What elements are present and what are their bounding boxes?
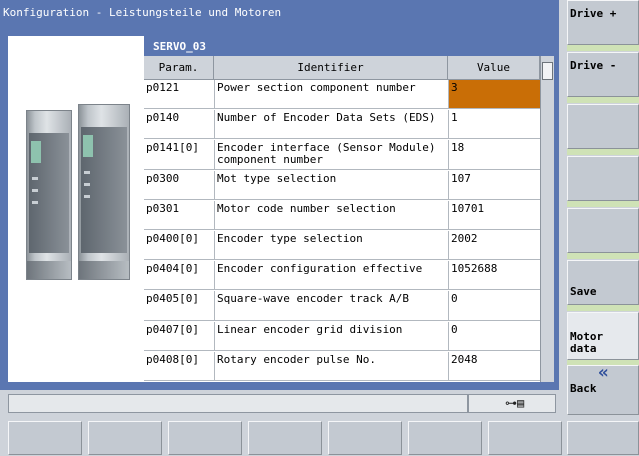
horizontal-softkey-3[interactable] [168,421,242,455]
param-cell: p0407[0] [146,322,199,336]
param-cell: p0141[0] [146,141,199,155]
horizontal-softkey-bar [0,415,639,456]
value-cell[interactable]: 1 [448,110,540,139]
window-title: Konfiguration - Leistungsteile und Motor… [3,6,282,19]
softkey-label: Save [570,285,597,298]
motor-data-softkey[interactable]: Motor data [567,312,639,360]
main-frame: SERVO_03 Param. Identifier Value p0121 P… [0,34,559,390]
horizontal-softkey-4[interactable] [248,421,322,455]
horizontal-softkey-7[interactable] [488,421,562,455]
column-header-value: Value [448,56,540,80]
softkey-label: Back [570,382,597,395]
identifier-cell: Encoder interface (Sensor Module) compon… [214,140,448,169]
table-row[interactable]: p0400[0] Encoder type selection 2002 [144,231,540,261]
param-cell: p0404[0] [146,262,199,276]
value-cell[interactable]: 1052688 [448,261,540,290]
table-row[interactable]: p0140 Number of Encoder Data Sets (EDS) … [144,110,540,140]
param-cell: p0408[0] [146,352,199,366]
drive-plus-softkey[interactable]: Drive + [567,0,639,45]
window-title-bar: Konfiguration - Leistungsteile und Motor… [0,0,559,34]
param-cell: p0121 [146,81,180,94]
content-area: SERVO_03 Param. Identifier Value p0121 P… [8,36,554,382]
identifier-cell: Number of Encoder Data Sets (EDS) [214,110,448,139]
table-row[interactable]: p0301 Motor code number selection 10701 [144,200,540,230]
save-softkey[interactable]: Save [567,260,639,305]
status-bar: ⊶▤ [0,390,559,415]
value-cell[interactable]: 0 [448,321,540,350]
softkey-label: Drive + [570,7,617,20]
identifier-cell: Encoder type selection [214,231,448,260]
status-message [8,394,468,413]
table-row[interactable]: p0121 Power section component number 3 [144,80,540,110]
table-scrollbar[interactable] [540,56,554,382]
vertical-softkey-bar: Drive + Drive - Save Motor data « Back [559,0,639,415]
horizontal-softkey-1[interactable] [8,421,82,455]
table-header: Param. Identifier Value [144,56,540,80]
table-row[interactable]: p0141[0] Encoder interface (Sensor Modul… [144,140,540,170]
column-header-param: Param. [144,56,214,80]
table-row[interactable]: p0300 Mot type selection 107 [144,170,540,200]
param-cell: p0140 [146,111,180,125]
table-row[interactable]: p0404[0] Encoder configuration effective… [144,261,540,291]
table-row[interactable]: p0408[0] Rotary encoder pulse No. 2048 [144,351,540,381]
value-cell[interactable]: 0 [448,291,540,320]
identifier-cell: Rotary encoder pulse No. [214,351,448,380]
back-softkey[interactable]: « Back [567,362,639,415]
horizontal-softkey-6[interactable] [408,421,482,455]
value-cell[interactable]: 10701 [448,200,540,229]
softkey-5[interactable] [567,208,639,253]
parameter-table-panel: SERVO_03 Param. Identifier Value p0121 P… [144,36,554,382]
drive-name: SERVO_03 [144,36,553,56]
network-connection-icon: ⊶▤ [505,396,525,410]
drive-minus-softkey[interactable]: Drive - [567,52,639,97]
power-module-1-image [26,110,72,280]
identifier-cell: Mot type selection [214,170,448,199]
param-cell: p0300 [146,171,180,185]
status-indicator-field: ⊶▤ [468,394,556,413]
value-cell[interactable]: 2002 [448,231,540,260]
horizontal-softkey-2[interactable] [88,421,162,455]
table-body: p0121 Power section component number 3 p… [144,80,540,382]
softkey-label: Drive - [570,59,617,72]
value-cell[interactable]: 3 [448,80,540,109]
drive-image [8,36,144,382]
identifier-cell: Square-wave encoder track A/B [214,291,448,320]
horizontal-softkey-5[interactable] [328,421,402,455]
identifier-cell: Encoder configuration effective [214,261,448,290]
power-module-2-image [78,104,130,280]
param-cell: p0301 [146,201,180,215]
scrollbar-thumb[interactable] [542,62,553,80]
double-chevron-left-icon: « [598,362,609,383]
table-row[interactable]: p0405[0] Square-wave encoder track A/B 0 [144,291,540,321]
identifier-cell: Motor code number selection [214,200,448,229]
param-cell: p0400[0] [146,232,199,245]
softkey-4[interactable] [567,156,639,201]
value-cell[interactable]: 2048 [448,351,540,380]
softkey-label: Motor data [570,330,604,355]
identifier-cell: Power section component number [214,80,448,109]
softkey-3[interactable] [567,104,639,149]
value-cell[interactable]: 107 [448,170,540,199]
column-header-identifier: Identifier [214,56,448,80]
identifier-cell: Linear encoder grid division [214,321,448,350]
table-row[interactable]: p0407[0] Linear encoder grid division 0 [144,321,540,351]
param-cell: p0405[0] [146,292,199,306]
value-cell[interactable]: 18 [448,140,540,169]
horizontal-softkey-8[interactable] [567,421,639,455]
